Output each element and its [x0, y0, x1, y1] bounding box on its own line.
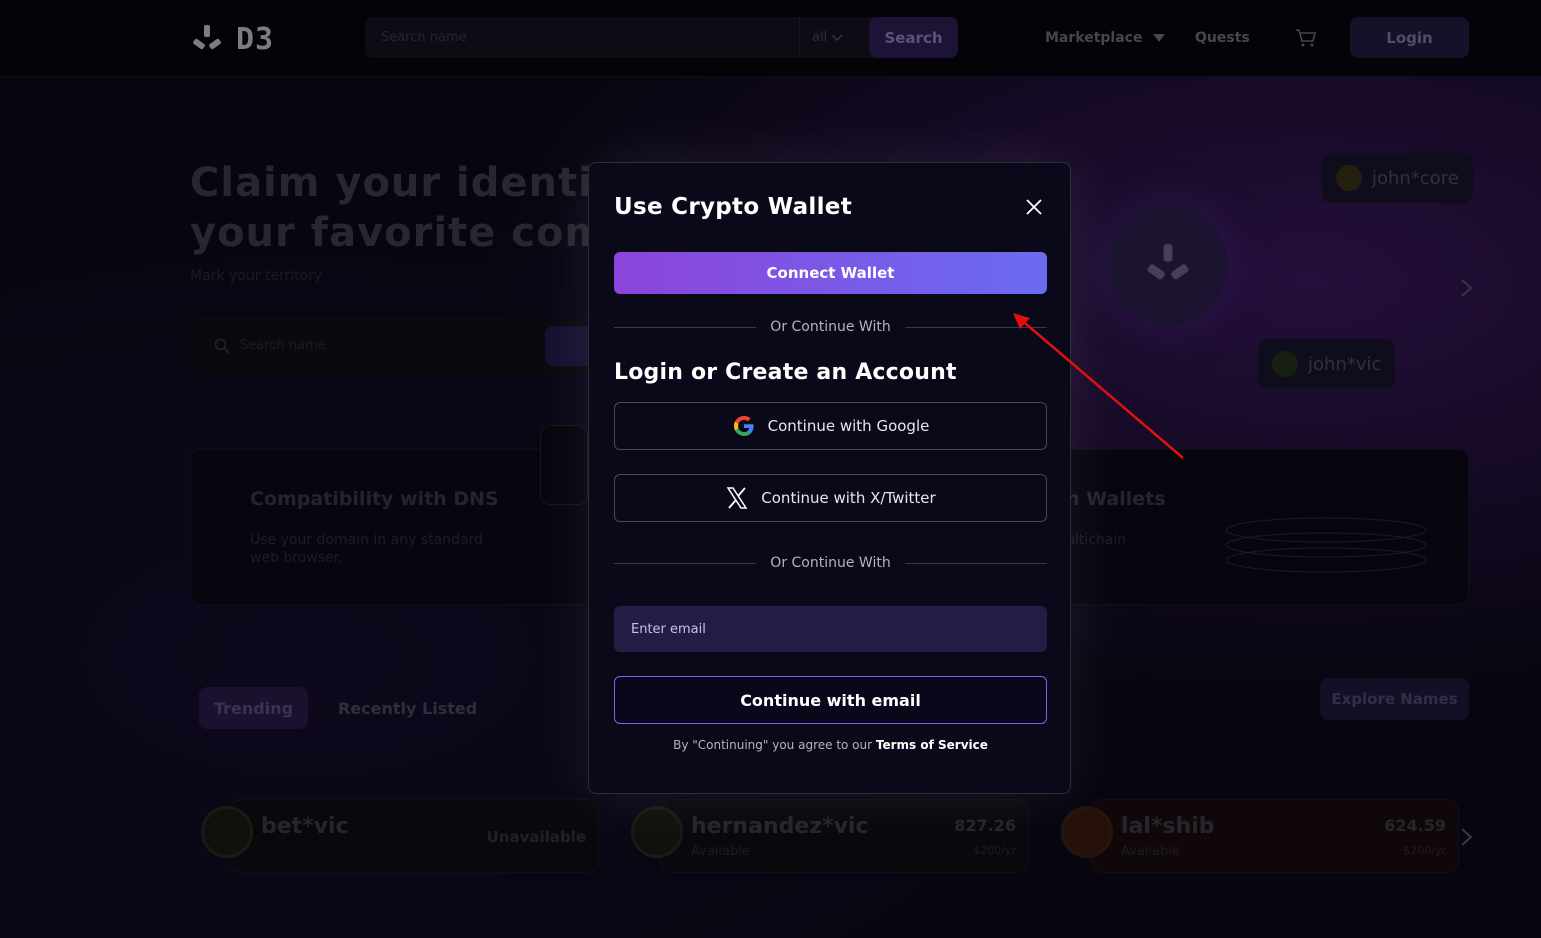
terms-prefix: By "Continuing" you agree to our: [673, 738, 873, 752]
close-icon: [1026, 199, 1042, 215]
divider-text: Or Continue With: [770, 319, 891, 335]
modal-subtitle: Login or Create an Account: [614, 360, 957, 385]
twitter-login-button[interactable]: Continue with X/Twitter: [614, 474, 1047, 522]
x-twitter-icon: [726, 487, 748, 509]
divider-line: [614, 326, 757, 328]
divider: Or Continue With: [614, 553, 1048, 573]
google-login-button[interactable]: Continue with Google: [614, 402, 1047, 450]
terms-of-service-link[interactable]: Terms of Service: [876, 738, 988, 752]
terms-text: By "Continuing" you agree to our Terms o…: [589, 738, 1072, 752]
divider: Or Continue With: [614, 317, 1048, 337]
google-button-label: Continue with Google: [767, 417, 930, 435]
close-button[interactable]: [1021, 194, 1047, 220]
twitter-button-label: Continue with X/Twitter: [761, 489, 936, 507]
login-modal: Use Crypto Wallet Connect Wallet Or Cont…: [588, 162, 1071, 794]
divider-line: [614, 562, 757, 564]
annotation-arrow-icon: [1013, 313, 1184, 459]
connect-wallet-button[interactable]: Connect Wallet: [614, 252, 1047, 294]
google-icon: [733, 415, 754, 437]
modal-title: Use Crypto Wallet: [614, 194, 852, 220]
divider-line: [904, 562, 1048, 564]
continue-with-email-button[interactable]: Continue with email: [614, 676, 1047, 724]
divider-text: Or Continue With: [770, 555, 891, 571]
email-input[interactable]: [614, 606, 1047, 652]
